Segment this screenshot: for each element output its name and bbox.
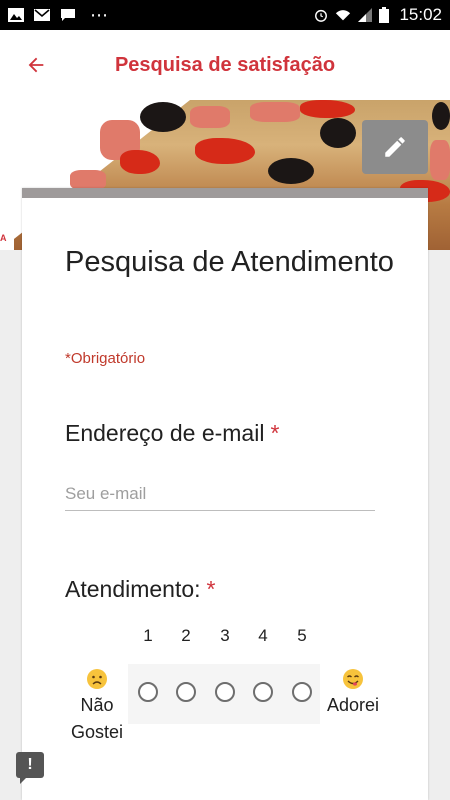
card-top-bar xyxy=(22,188,428,198)
scale-numbers: 1 2 3 4 5 xyxy=(22,626,428,646)
required-star: * xyxy=(270,420,280,446)
required-star: * xyxy=(206,576,216,602)
form-card: Pesquisa de Atendimento *Obrigatório End… xyxy=(22,188,428,800)
scale-number: 1 xyxy=(143,626,153,645)
exclamation-icon: ! xyxy=(27,756,33,773)
message-icon xyxy=(61,9,75,21)
status-bar: ⋯ 15:02 xyxy=(0,0,450,30)
scale-number: 4 xyxy=(258,626,268,645)
email-question-text: Endereço de e-mail xyxy=(65,420,265,446)
yum-face-icon xyxy=(343,669,363,689)
clock-time: 15:02 xyxy=(399,5,442,24)
mail-icon xyxy=(34,9,50,21)
scale-low-label: Não Gostei xyxy=(70,695,124,742)
arrow-left-icon xyxy=(28,57,44,73)
rating-option-2[interactable] xyxy=(176,682,196,702)
sad-face-icon xyxy=(87,669,107,689)
scale-high-label: Adorei xyxy=(326,695,380,715)
app-bar: Pesquisa de satisfação xyxy=(0,30,450,100)
rating-option-3[interactable] xyxy=(215,682,235,702)
edit-button[interactable] xyxy=(362,120,428,174)
scale-number: 5 xyxy=(297,626,307,645)
rating-option-5[interactable] xyxy=(292,682,312,702)
required-note: *Obrigatório xyxy=(65,350,146,367)
form-title: Pesquisa de Atendimento xyxy=(65,246,394,278)
rating-option-4[interactable] xyxy=(253,682,273,702)
app-title: Pesquisa de satisfação xyxy=(114,53,336,76)
feedback-button[interactable]: ! xyxy=(16,752,44,784)
pencil-icon xyxy=(385,137,405,157)
email-field[interactable] xyxy=(65,478,375,511)
service-question-text: Atendimento: xyxy=(65,576,201,602)
scale-number: 3 xyxy=(220,626,230,645)
wifi-icon xyxy=(336,10,351,21)
image-icon xyxy=(8,8,24,22)
banner-edge-strip: A xyxy=(0,228,14,250)
signal-icon xyxy=(358,8,373,22)
service-question-label: Atendimento: * xyxy=(65,576,215,603)
email-question-label: Endereço de e-mail * xyxy=(65,420,279,447)
back-button[interactable] xyxy=(16,45,56,85)
alarm-icon xyxy=(315,9,328,22)
scale-number: 2 xyxy=(181,626,191,645)
battery-icon xyxy=(379,7,390,23)
rating-option-1[interactable] xyxy=(138,682,158,702)
more-notifications-icon: ⋯ xyxy=(90,4,109,25)
